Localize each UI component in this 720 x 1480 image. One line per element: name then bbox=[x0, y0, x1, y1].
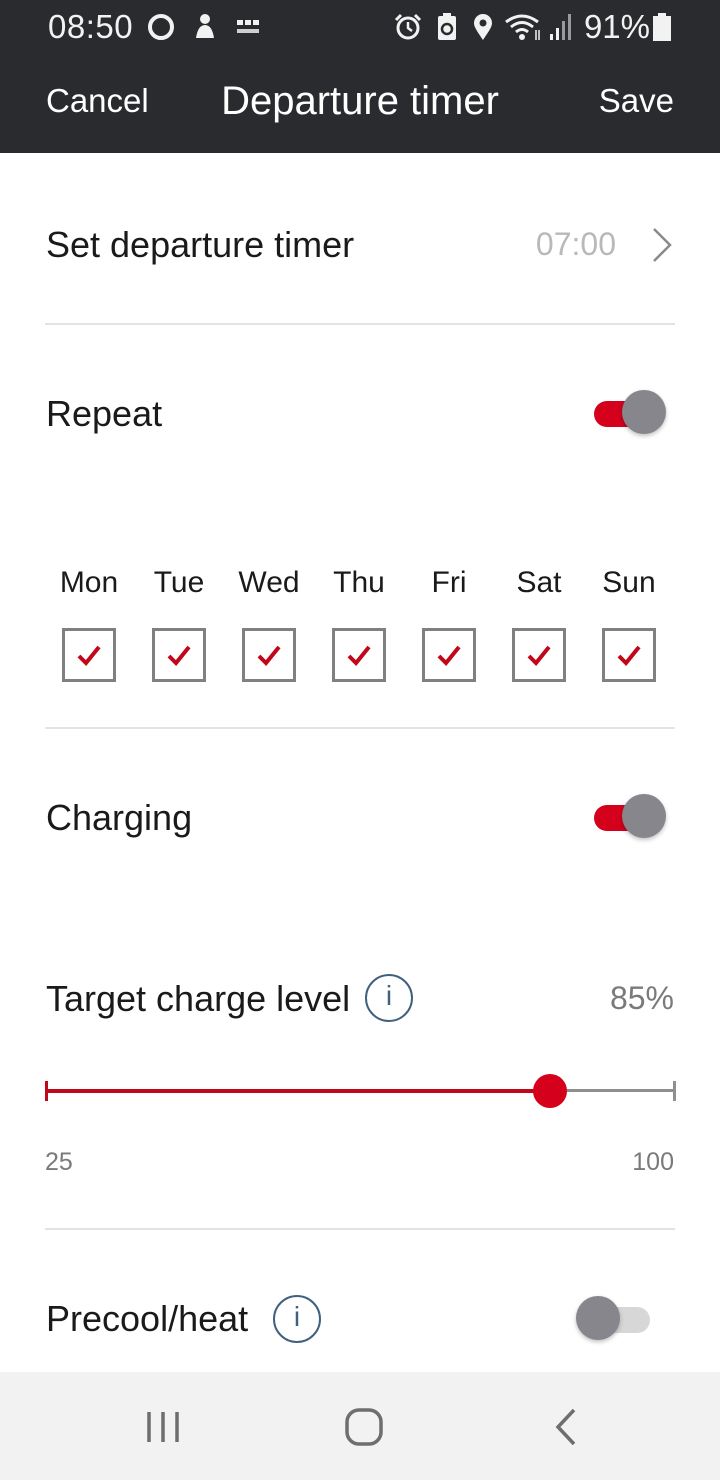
checkmark-icon bbox=[347, 645, 371, 666]
system-nav-bar bbox=[0, 1372, 720, 1480]
info-glyph: i bbox=[385, 980, 393, 1011]
precool-toggle-knob bbox=[576, 1296, 620, 1340]
target-charge-label: Target charge level bbox=[46, 978, 351, 1019]
repeat-label: Repeat bbox=[46, 393, 163, 434]
departure-timer-label: Set departure timer bbox=[46, 224, 355, 265]
day-label: Sun bbox=[602, 566, 656, 599]
divider bbox=[45, 727, 675, 729]
home-icon[interactable] bbox=[334, 1402, 394, 1452]
day-label: Fri bbox=[431, 566, 467, 599]
day-wednesday: Wed bbox=[224, 566, 314, 682]
saturday-checkbox[interactable] bbox=[512, 628, 566, 682]
alarm-icon bbox=[394, 13, 422, 40]
day-tuesday: Tue bbox=[134, 566, 224, 682]
charging-label: Charging bbox=[46, 797, 193, 838]
checkmark-icon bbox=[527, 645, 551, 666]
slider-thumb[interactable] bbox=[532, 1074, 567, 1108]
checkmark-icon bbox=[617, 645, 641, 666]
signal-icon bbox=[550, 14, 571, 40]
battery-percentage: 91% bbox=[583, 8, 650, 45]
repeat-toggle-knob bbox=[622, 390, 666, 434]
checkmark-icon bbox=[77, 645, 101, 666]
thursday-checkbox[interactable] bbox=[332, 628, 386, 682]
wednesday-checkbox[interactable] bbox=[242, 628, 296, 682]
target-charge-slider[interactable] bbox=[45, 1074, 676, 1108]
status-bar: 08:50 91% bbox=[0, 0, 720, 56]
tuesday-checkbox[interactable] bbox=[152, 628, 206, 682]
divider bbox=[45, 1228, 675, 1230]
slider-max-tick bbox=[673, 1081, 676, 1101]
repeat-toggle[interactable] bbox=[590, 387, 670, 437]
save-button[interactable]: Save bbox=[599, 82, 674, 120]
cancel-button[interactable]: Cancel bbox=[46, 82, 149, 120]
circle-icon bbox=[148, 14, 174, 40]
day-label: Sat bbox=[516, 566, 562, 599]
back-icon[interactable] bbox=[536, 1402, 596, 1452]
chevron-right-icon bbox=[653, 228, 672, 262]
slider-min-label: 25 bbox=[45, 1148, 73, 1176]
day-monday: Mon bbox=[44, 566, 134, 682]
target-charge-value: 85% bbox=[609, 980, 674, 1016]
monday-checkbox[interactable] bbox=[62, 628, 116, 682]
battery-saver-icon bbox=[438, 13, 456, 40]
slider-fill bbox=[45, 1089, 550, 1093]
friday-checkbox[interactable] bbox=[422, 628, 476, 682]
slider-max-label: 100 bbox=[632, 1148, 674, 1176]
checkmark-icon bbox=[167, 645, 191, 666]
day-friday: Fri bbox=[404, 566, 494, 682]
battery-icon bbox=[653, 13, 671, 41]
location-icon bbox=[474, 14, 492, 40]
day-thursday: Thu bbox=[314, 566, 404, 682]
day-label: Tue bbox=[153, 566, 205, 599]
checkmark-icon bbox=[437, 645, 461, 666]
sunday-checkbox[interactable] bbox=[602, 628, 656, 682]
precool-toggle[interactable] bbox=[576, 1293, 656, 1343]
info-glyph: i bbox=[293, 1301, 301, 1332]
charging-toggle-knob bbox=[622, 794, 666, 838]
day-label: Thu bbox=[333, 566, 385, 599]
recent-apps-icon[interactable] bbox=[133, 1402, 193, 1452]
target-charge-info-icon[interactable]: i bbox=[365, 974, 413, 1022]
slider-min-tick bbox=[45, 1081, 48, 1101]
charging-toggle[interactable] bbox=[590, 791, 670, 841]
bbc-news-icon bbox=[237, 20, 259, 33]
status-time: 08:50 bbox=[48, 8, 134, 45]
day-saturday: Sat bbox=[494, 566, 584, 682]
departure-timer-value: 07:00 bbox=[535, 226, 616, 262]
divider bbox=[45, 323, 675, 325]
checkmark-icon bbox=[257, 645, 281, 666]
precool-info-icon[interactable]: i bbox=[273, 1295, 321, 1343]
person-icon bbox=[196, 14, 214, 38]
day-label: Wed bbox=[238, 566, 300, 599]
wifi-icon bbox=[505, 14, 540, 40]
top-bar: 08:50 91% Cancel Departure timer Save bbox=[0, 0, 720, 153]
day-sunday: Sun bbox=[584, 566, 674, 682]
day-label: Mon bbox=[59, 566, 119, 599]
precool-label: Precool/heat bbox=[46, 1298, 249, 1339]
